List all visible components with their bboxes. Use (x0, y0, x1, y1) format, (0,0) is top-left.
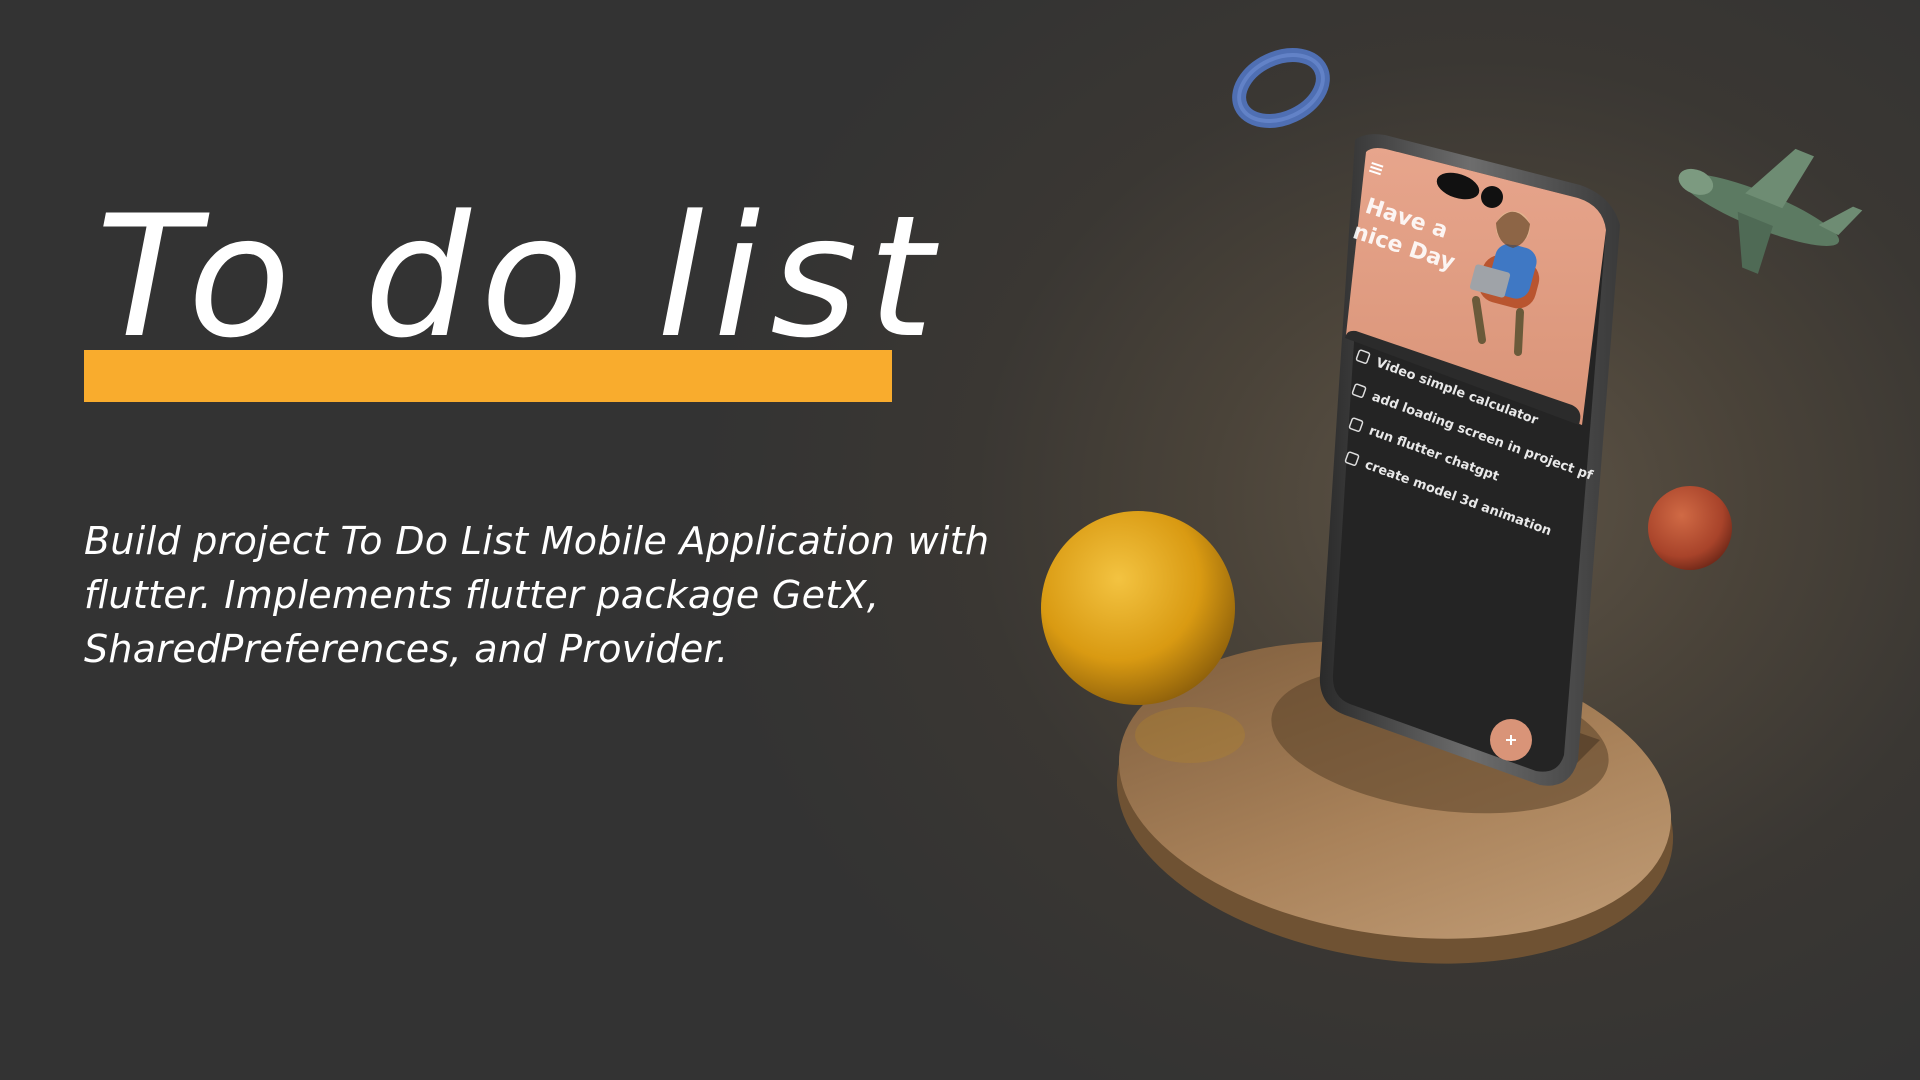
ring-shape (1232, 48, 1330, 128)
sphere-red-shape (1648, 486, 1732, 570)
sphere-yellow-shape (1041, 511, 1245, 763)
3d-scene: Have a nice Day Video simple calculator … (1041, 48, 1863, 964)
airplane-icon (1678, 148, 1863, 274)
add-task-button[interactable] (1490, 719, 1532, 761)
